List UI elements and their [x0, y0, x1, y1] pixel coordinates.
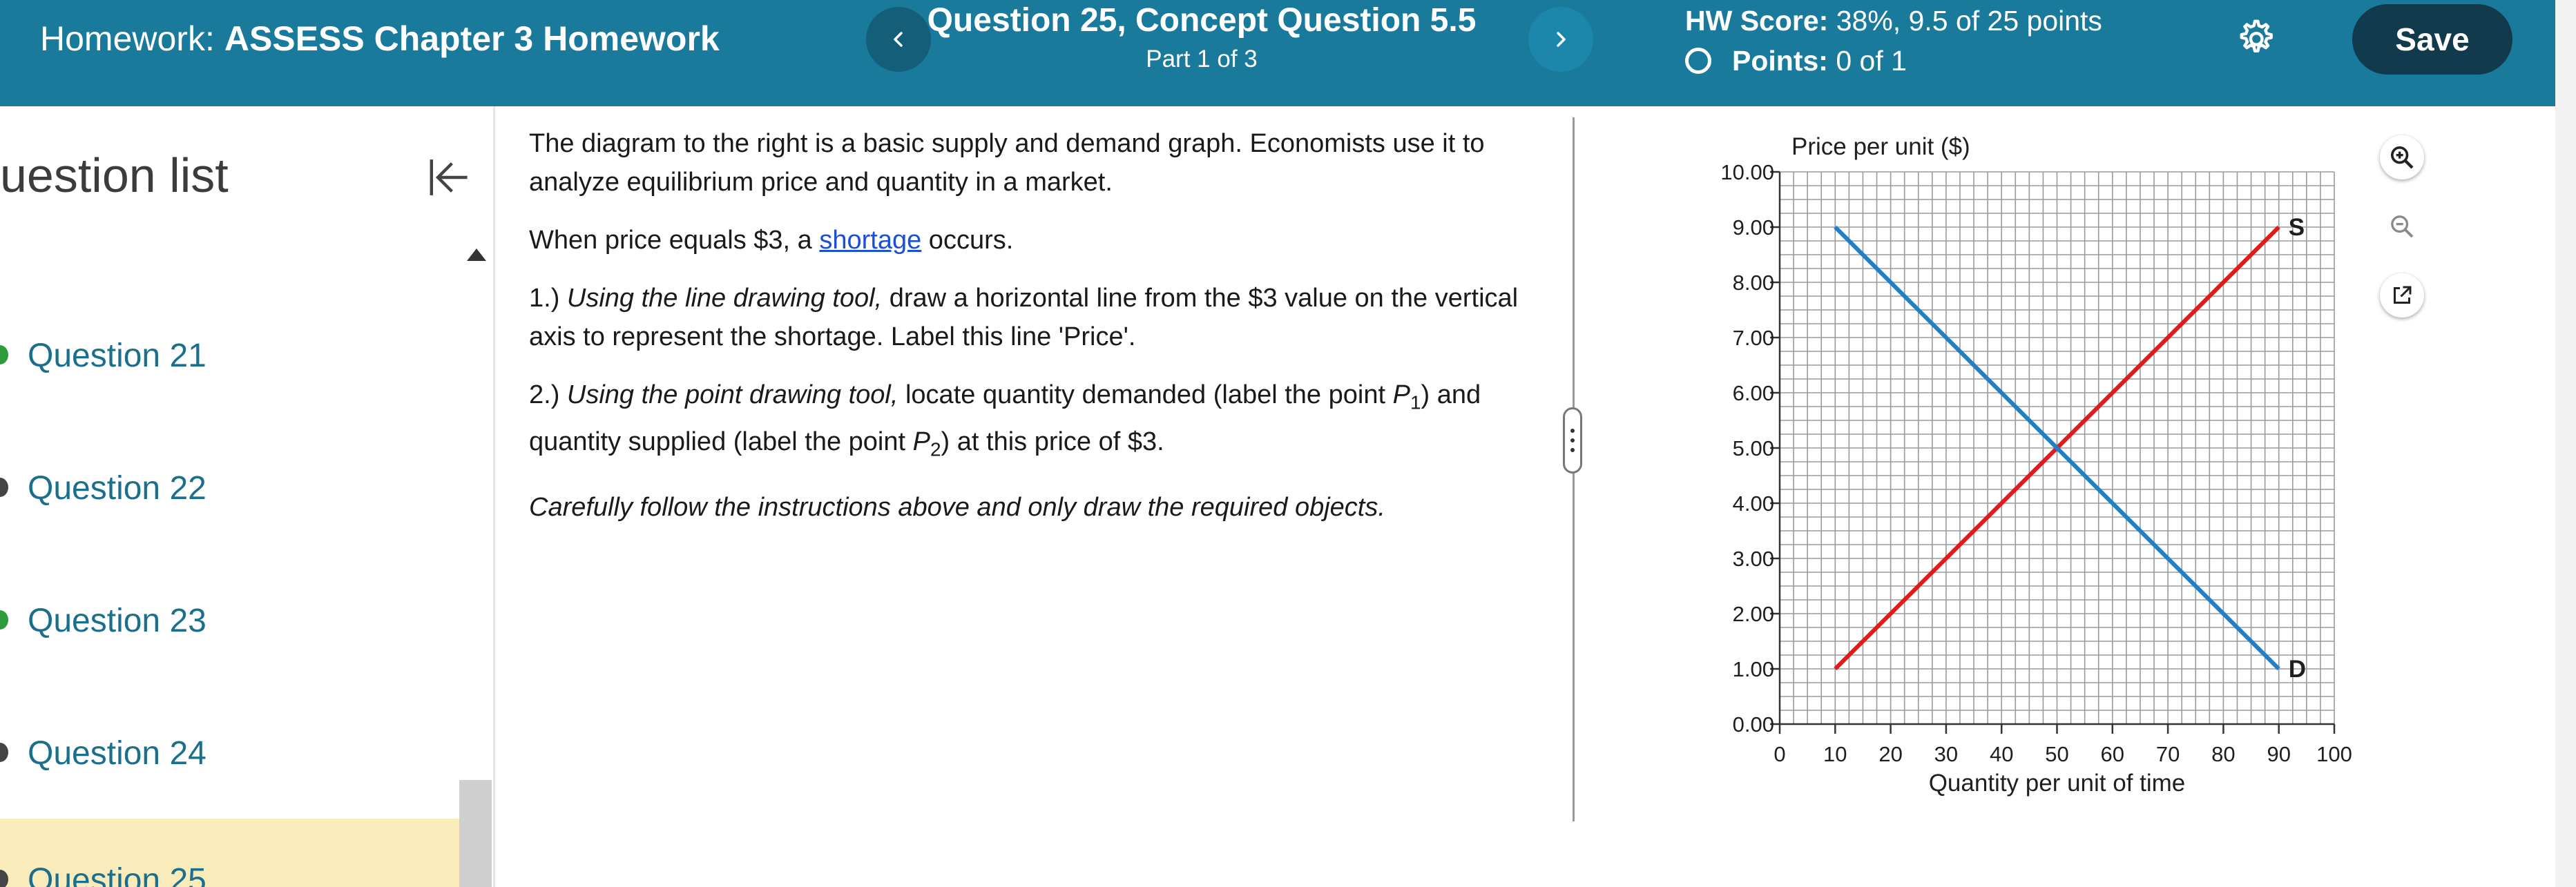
step-2: 2.) Using the point drawing tool, locate…: [529, 376, 1530, 469]
intro-text: The diagram to the right is a basic supp…: [529, 129, 1485, 197]
hw-score-value: 38%, 9.5 of 25 points: [1836, 5, 2102, 37]
question-list-title: uestion list: [0, 148, 229, 202]
chevron-right-icon: [1557, 32, 1566, 47]
question-item-label: Question 23: [28, 603, 206, 639]
x-tick-label: 10: [1823, 742, 1847, 766]
status-dot: [0, 743, 8, 762]
curve-label-d: D: [2289, 656, 2306, 683]
point-p1-subscript: 1: [1410, 391, 1421, 413]
pane-resize-handle[interactable]: [1563, 407, 1582, 474]
y-tick-label: 9.00: [1733, 215, 1774, 240]
point-p1: P: [1392, 380, 1410, 409]
points: Points: 0 of 1: [1685, 43, 2102, 79]
scrollbar-thumb[interactable]: [459, 780, 492, 887]
scroll-up-arrow-icon[interactable]: [467, 248, 486, 261]
x-tick-label: 60: [2101, 742, 2124, 766]
status-dot: [0, 345, 8, 364]
popout-button[interactable]: [2380, 273, 2424, 318]
x-tick-label: 100: [2316, 742, 2352, 766]
page-edge: [2555, 0, 2576, 887]
y-tick-label: 1.00: [1733, 657, 1774, 681]
question-item-23[interactable]: Question 23: [0, 578, 459, 661]
status-dot: [0, 610, 8, 630]
question-item-label: Question 21: [28, 338, 206, 374]
x-tick-label: 70: [2156, 742, 2180, 766]
y-tick-label: 6.00: [1733, 381, 1774, 405]
x-tick-label: 90: [2267, 742, 2290, 766]
save-button[interactable]: Save: [2352, 4, 2512, 75]
point-p2-subscript: 2: [930, 438, 941, 460]
x-tick-label: 50: [2045, 742, 2068, 766]
question-item-label: Question 25: [28, 862, 206, 887]
question-header: Question 25, Concept Question 5.5 Part 1…: [898, 0, 1506, 75]
y-tick-label: 2.00: [1733, 602, 1774, 626]
points-label: Points:: [1732, 45, 1828, 77]
y-tick-label: 10.00: [1720, 160, 1774, 184]
question-item-22[interactable]: Question 22: [0, 446, 459, 529]
step-2-number: 2.): [529, 380, 567, 409]
supply-demand-graph[interactable]: 0.00 1.00 2.00 3.00 4.00 5.00 6.00 7.00 8.00 9.00…: [1671, 124, 2376, 801]
status-dot: [0, 478, 8, 497]
step-1-tool: Using the line drawing tool,: [566, 284, 883, 313]
zoom-in-icon: [2391, 146, 2414, 169]
y-axis-title: Price per unit ($): [1791, 133, 1970, 160]
point-p2: P: [912, 427, 930, 456]
top-bar: Homework: ASSESS Chapter 3 Homework Quest…: [0, 0, 2555, 106]
instruction-note-text: Carefully follow the instructions above …: [529, 493, 1385, 523]
x-tick-label: 40: [1990, 742, 2013, 766]
points-value: 0 of 1: [1836, 45, 1907, 77]
x-tick-label: 80: [2211, 742, 2235, 766]
y-tick-label: 5.00: [1733, 436, 1774, 460]
price-statement: When price equals $3, a shortage occurs.: [529, 221, 1530, 260]
homework-title-prefix: Homework:: [40, 19, 215, 58]
x-axis-title: Quantity per unit of time: [1929, 770, 2186, 797]
shortage-link[interactable]: shortage: [819, 226, 921, 255]
hw-score: HW Score: 38%, 9.5 of 25 points: [1685, 3, 2102, 39]
homework-title: Homework: ASSESS Chapter 3 Homework: [40, 17, 720, 61]
question-item-25[interactable]: Question 25: [0, 819, 459, 887]
question-item-21[interactable]: Question 21: [0, 313, 459, 396]
question-text: The diagram to the right is a basic supp…: [529, 124, 1530, 527]
y-tick-label: 0.00: [1733, 712, 1774, 737]
step-1-number: 1.): [529, 284, 567, 313]
zoom-in-button[interactable]: [2380, 135, 2424, 179]
curve-label-s: S: [2289, 214, 2305, 241]
y-tick-label: 7.00: [1733, 326, 1774, 350]
price-text: When price equals $3, a: [529, 226, 820, 255]
next-question-button[interactable]: [1528, 7, 1593, 72]
x-tick-label: 30: [1934, 742, 1958, 766]
question-item-label: Question 22: [28, 470, 206, 507]
step-2-tool: Using the point drawing tool,: [566, 380, 898, 409]
question-item-label: Question 24: [28, 735, 206, 772]
score-panel: HW Score: 38%, 9.5 of 25 points Points: …: [1685, 3, 2102, 79]
zoom-out-button[interactable]: [2380, 204, 2424, 248]
collapse-panel-icon[interactable]: [421, 152, 472, 203]
step-2-text-a: locate quantity demanded (label the poin…: [898, 380, 1393, 409]
question-part: Part 1 of 3: [1146, 46, 1258, 72]
question-item-24[interactable]: Question 24: [0, 711, 459, 794]
step-2-text-c: ) at this price of $3.: [941, 427, 1164, 456]
question-title: Question 25, Concept Question 5.5: [927, 2, 1477, 39]
graph-canvas[interactable]: 0.00 1.00 2.00 3.00 4.00 5.00 6.00 7.00 8.00 9.00…: [1671, 124, 2376, 801]
homework-name: ASSESS Chapter 3 Homework: [224, 19, 720, 58]
gear-icon[interactable]: [2232, 17, 2278, 62]
question-list-panel: uestion list Question 21 Question 22 Que…: [0, 106, 495, 887]
hw-score-label: HW Score:: [1685, 5, 1829, 37]
y-tick-label: 8.00: [1733, 271, 1774, 295]
zoom-out-icon: [2391, 215, 2414, 238]
step-1: 1.) Using the line drawing tool, draw a …: [529, 279, 1530, 356]
y-tick-label: 4.00: [1733, 491, 1774, 516]
x-tick-label: 0: [1774, 742, 1785, 766]
price-text-end: occurs.: [921, 226, 1014, 255]
points-status-icon: [1685, 48, 1711, 74]
status-dot: [0, 870, 8, 887]
y-tick-label: 3.00: [1733, 547, 1774, 571]
x-tick-label: 20: [1878, 742, 1902, 766]
popout-icon: [2394, 286, 2412, 304]
instruction-note: Carefully follow the instructions above …: [529, 488, 1530, 527]
